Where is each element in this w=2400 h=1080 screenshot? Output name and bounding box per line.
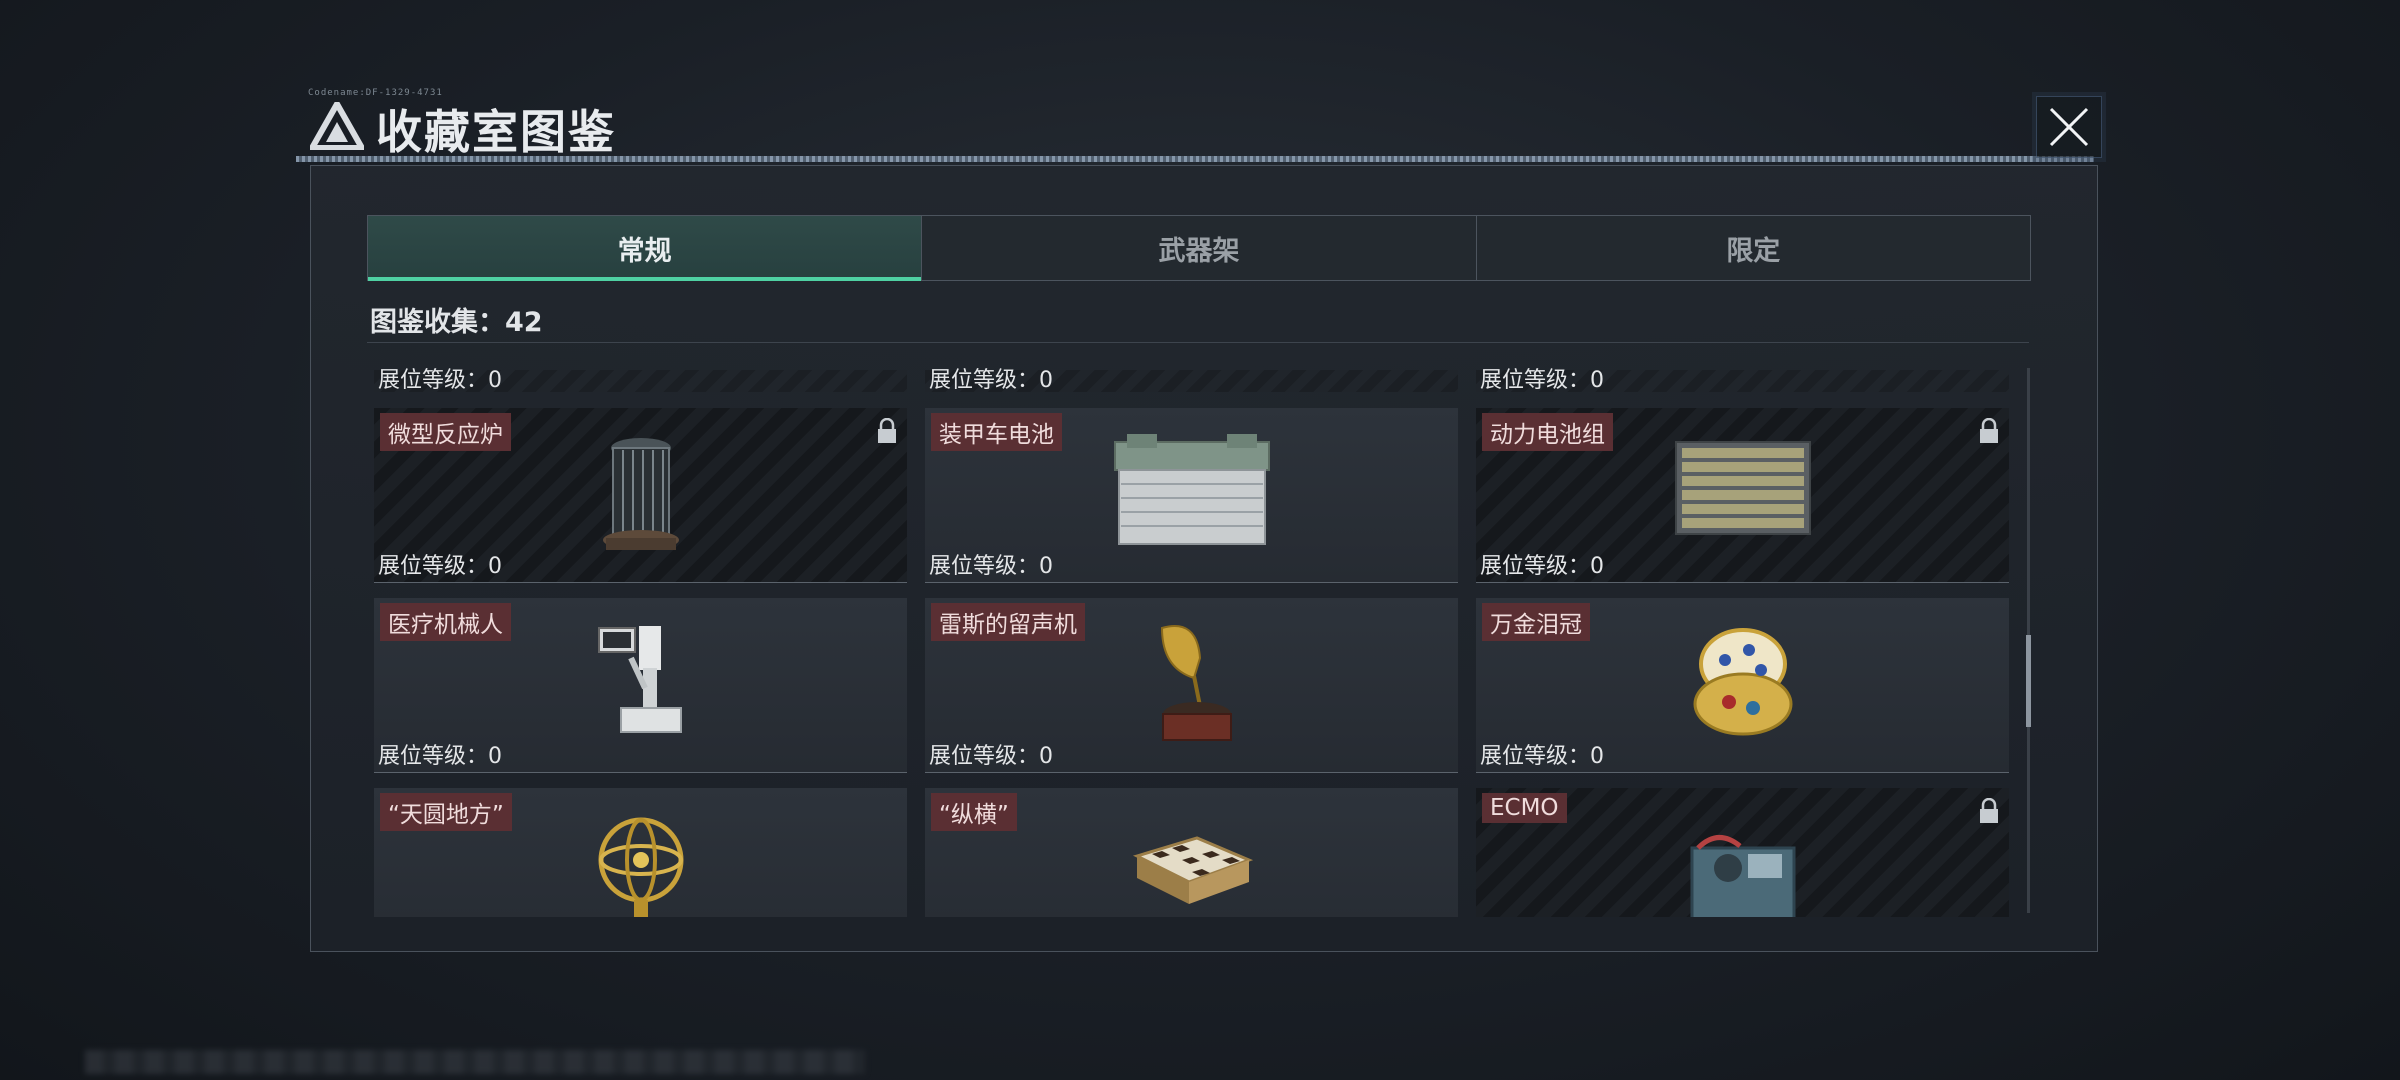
item-name: 装甲车电池	[931, 413, 1062, 451]
item-name: ECMO	[1482, 793, 1567, 823]
collection-card-power-battery-pack[interactable]: 动力电池组 展位等级：0	[1476, 408, 2009, 583]
medical-robot-icon	[597, 626, 682, 733]
title-bar: Codename:DF-1329-4731 收藏室图鉴	[296, 88, 2094, 162]
collection-grid: 展位等级：0 展位等级：0 展位等级：0 微型反应炉 展位等级：0 装甲车电池 …	[370, 362, 2020, 917]
item-name: 微型反应炉	[380, 413, 511, 451]
item-name: 动力电池组	[1482, 413, 1613, 451]
collection-count: 图鉴收集：42	[370, 307, 543, 338]
collection-card-jeweled-crown[interactable]: 万金泪冠 展位等级：0	[1476, 598, 2009, 773]
tab-limited[interactable]: 限定	[1475, 216, 2030, 280]
item-name: “纵横”	[931, 793, 1017, 831]
item-name: 万金泪冠	[1482, 603, 1590, 641]
divider	[367, 342, 2029, 343]
reactor-icon	[602, 438, 679, 550]
item-name: “天圆地方”	[380, 793, 512, 831]
page-title: 收藏室图鉴	[376, 105, 616, 159]
collection-card-armored-battery[interactable]: 装甲车电池 展位等级：0	[925, 408, 1458, 583]
blurred-background-text	[85, 1050, 865, 1074]
jeweled-egg-icon	[1693, 628, 1792, 736]
display-level: 展位等级：0	[929, 554, 1053, 579]
collection-card-ecmo[interactable]: ECMO	[1476, 788, 2009, 917]
collection-card-armillary[interactable]: “天圆地方”	[374, 788, 907, 917]
item-name: 医疗机械人	[380, 603, 511, 641]
gramophone-icon	[1160, 625, 1232, 741]
partial-card[interactable]: 展位等级：0	[1476, 362, 2009, 393]
display-level: 展位等级：0	[1480, 368, 1604, 393]
battery-pack-icon	[1674, 441, 1811, 535]
chessboard-icon	[1132, 836, 1253, 904]
display-level: 展位等级：0	[929, 368, 1053, 393]
close-button[interactable]	[2036, 96, 2102, 158]
collection-card-chess[interactable]: “纵横”	[925, 788, 1458, 917]
display-level: 展位等级：0	[378, 554, 502, 579]
lock-icon	[1980, 418, 1998, 443]
partial-card[interactable]: 展位等级：0	[374, 362, 907, 393]
scrollbar-thumb[interactable]	[2026, 635, 2031, 727]
lock-icon	[878, 418, 896, 443]
title-divider	[296, 156, 2094, 162]
display-level: 展位等级：0	[929, 744, 1053, 769]
close-icon	[2049, 107, 2089, 147]
item-name: 雷斯的留声机	[931, 603, 1085, 641]
armillary-sphere-icon	[598, 817, 683, 917]
lock-icon	[1980, 798, 1998, 823]
battery-icon	[1113, 434, 1270, 545]
collection-card-gramophone[interactable]: 雷斯的留声机 展位等级：0	[925, 598, 1458, 773]
partial-card[interactable]: 展位等级：0	[925, 362, 1458, 393]
tab-bar: 常规 武器架 限定	[367, 215, 2031, 281]
display-level: 展位等级：0	[378, 744, 502, 769]
display-level: 展位等级：0	[1480, 744, 1604, 769]
display-level: 展位等级：0	[1480, 554, 1604, 579]
ecmo-machine-icon	[1690, 835, 1795, 917]
triangle-logo-icon	[310, 102, 364, 150]
collection-card-micro-reactor[interactable]: 微型反应炉 展位等级：0	[374, 408, 907, 583]
tab-weapon-rack[interactable]: 武器架	[921, 216, 1475, 280]
display-level: 展位等级：0	[378, 368, 502, 393]
tab-regular[interactable]: 常规	[368, 216, 922, 281]
collection-card-medical-robot[interactable]: 医疗机械人 展位等级：0	[374, 598, 907, 773]
